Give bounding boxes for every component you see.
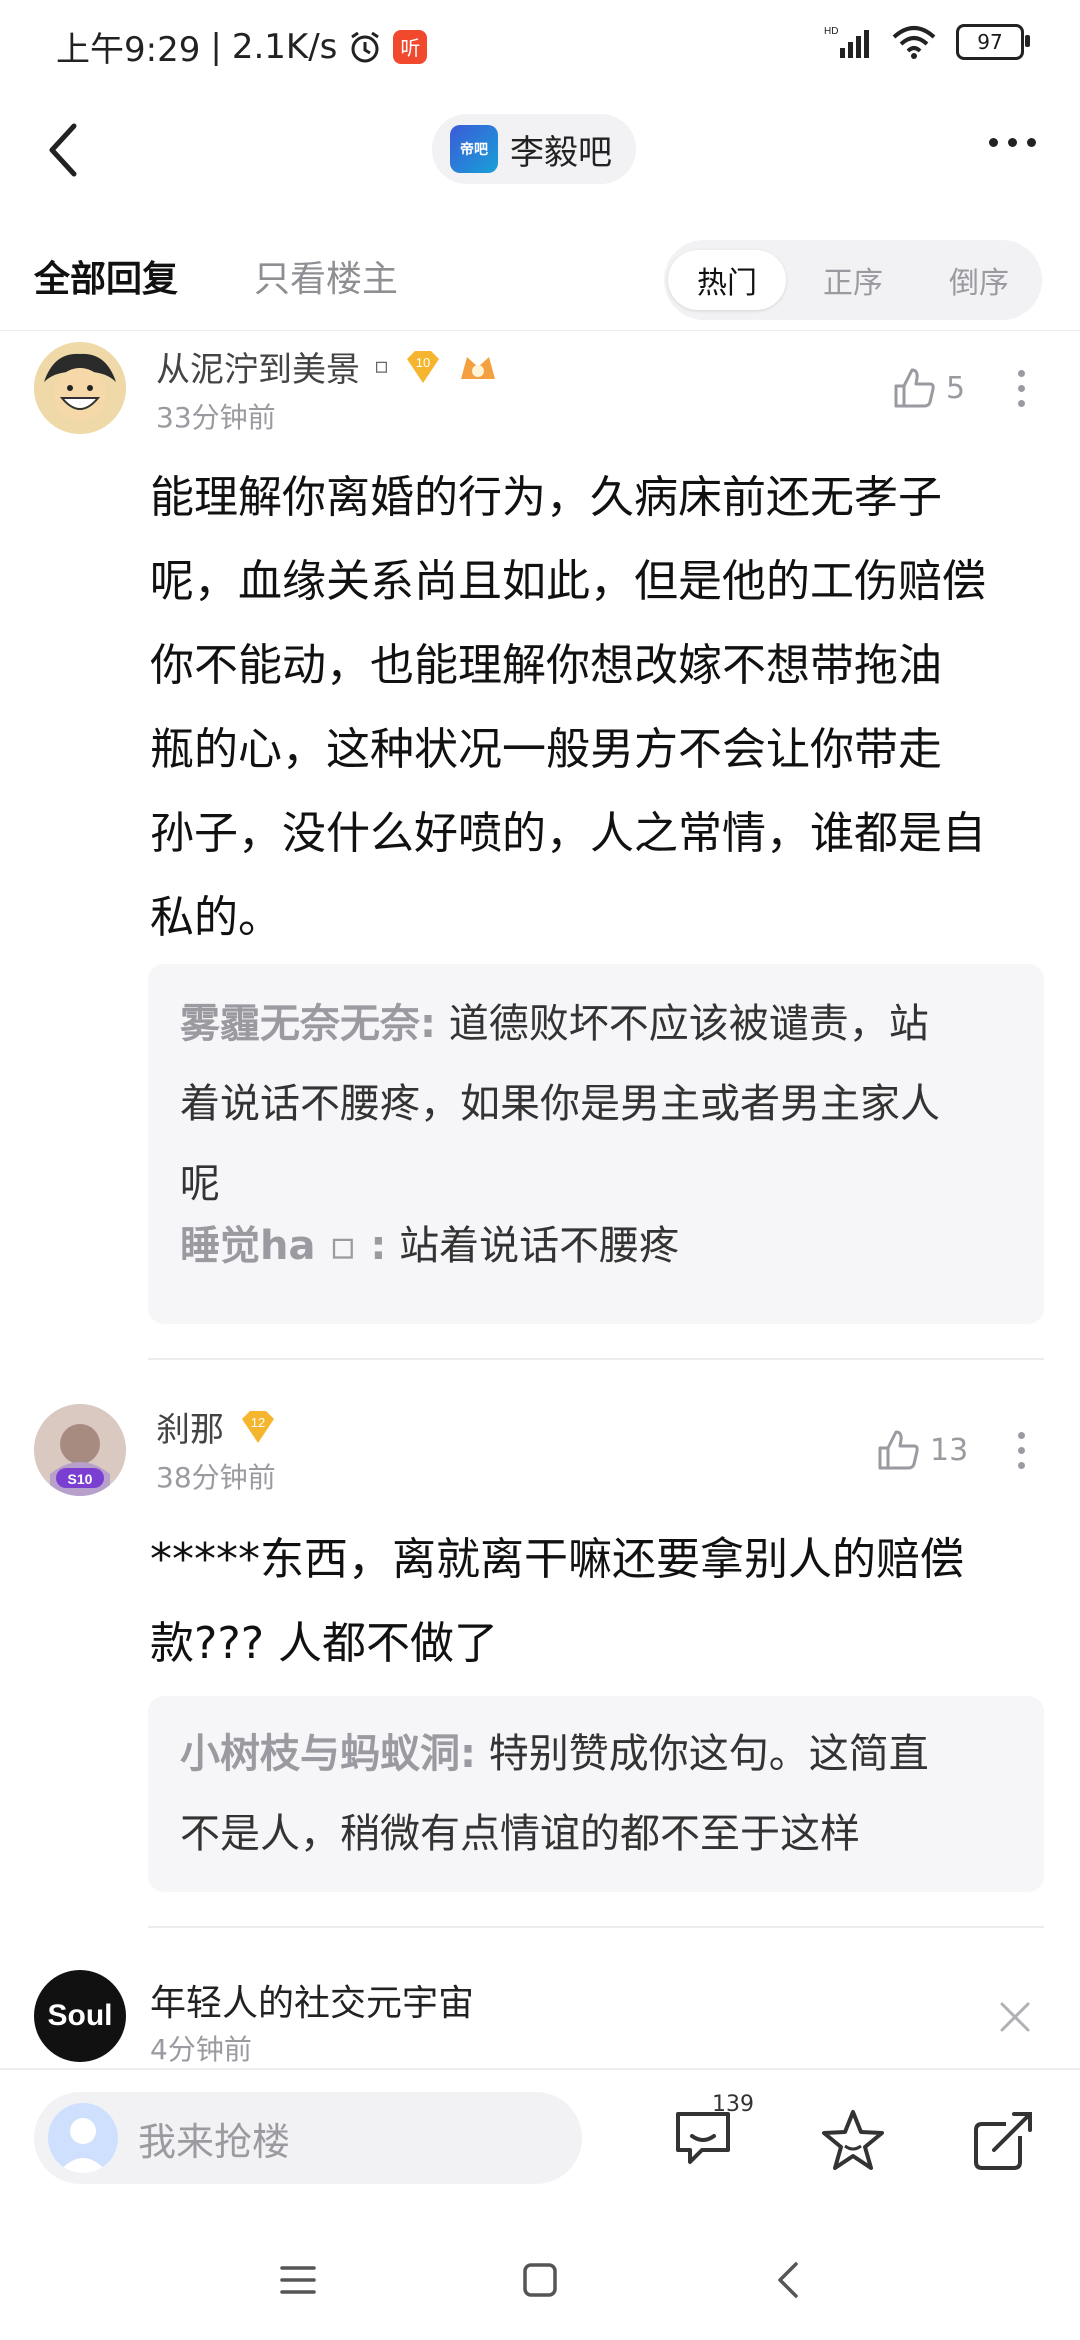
avatar[interactable]: S10 — [34, 1404, 126, 1496]
sub-reply: 雾霾无奈无奈: 道德败坏不应该被谴责，站 着说话不腰疼，如果你是男主或者男主家人… — [180, 1001, 940, 1207]
avatar[interactable] — [34, 342, 126, 434]
thumbs-up-icon — [878, 1430, 919, 1470]
svg-text:HD: HD — [824, 26, 838, 37]
username[interactable]: 刹那 — [156, 1402, 224, 1451]
user-info: 从泥泞到美景 ▫ 10 — [156, 342, 499, 391]
reply-input[interactable]: 我来抢楼 — [34, 2092, 582, 2184]
sort-hot[interactable]: 热门 — [668, 250, 786, 310]
post-divider — [148, 1926, 1044, 1928]
status-right: HD 97 — [824, 24, 1030, 60]
like-button[interactable]: 13 — [876, 1428, 968, 1472]
avatar-badge: S10 — [68, 1471, 93, 1487]
username[interactable]: 从泥泞到美景 — [156, 342, 360, 391]
back-nav-icon[interactable] — [774, 2260, 800, 2300]
network-speed: 2.1K/s — [231, 26, 338, 67]
user-info: 刹那 12 — [156, 1402, 278, 1451]
sort-descending[interactable]: 倒序 — [920, 250, 1038, 310]
post-menu-icon[interactable] — [1018, 370, 1025, 407]
like-count: 13 — [930, 1432, 969, 1468]
close-icon[interactable] — [998, 2000, 1032, 2034]
listen-app-icon: 听 — [393, 29, 428, 64]
post-content: *****东西，离就离干嘛还要拿别人的赔偿 款??? 人都不做了 — [150, 1534, 964, 1669]
sub-replies[interactable]: 雾霾无奈无奈: 道德败坏不应该被谴责，站 着说话不腰疼，如果你是男主或者男主家人… — [148, 964, 1044, 1324]
like-button[interactable]: 5 — [892, 366, 965, 410]
post-divider — [148, 1358, 1044, 1360]
member-badge-icon — [460, 356, 495, 379]
sub-replies[interactable]: 小树枝与蚂蚁洞: 特别赞成你这句。这简直 不是人，稍微有点情谊的都不至于这样 — [148, 1696, 1044, 1892]
avatar-image — [34, 342, 126, 434]
sub-reply: 睡觉ha ▫ : 站着说话不腰疼 — [180, 1223, 680, 1269]
thumbs-up-icon — [894, 368, 935, 408]
wifi-icon — [892, 26, 936, 59]
ad-time: 4分钟前 — [150, 2033, 252, 2066]
level-badge: 10 — [403, 349, 443, 385]
avatar-image: S10 — [34, 1404, 126, 1496]
menu-icon[interactable] — [280, 2264, 316, 2296]
comments-button[interactable]: 139 — [668, 2092, 754, 2182]
battery-icon: 97 — [956, 24, 1030, 60]
ad-logo-text: Soul — [47, 1999, 113, 2032]
post-time: 38分钟前 — [156, 1461, 276, 1494]
more-options-icon[interactable] — [989, 138, 1036, 147]
back-arrow-icon[interactable] — [44, 120, 84, 180]
sub-reply-author[interactable]: 小树枝与蚂蚁洞: — [180, 1731, 476, 1777]
ad-logo[interactable]: Soul — [34, 1970, 126, 2062]
post-menu-icon[interactable] — [1018, 1432, 1025, 1469]
status-bar: 上午9:29 | 2.1K/s 听 HD 97 — [0, 0, 1080, 96]
level-number: 12 — [251, 1415, 265, 1430]
username-suffix: ▫ — [374, 354, 389, 379]
battery-level: 97 — [977, 30, 1003, 54]
comment-count: 139 — [712, 2092, 754, 2117]
signal-icon: HD — [824, 26, 869, 58]
share-icon[interactable] — [968, 2106, 1038, 2176]
forum-name-pill[interactable]: 帝吧 李毅吧 — [432, 114, 636, 184]
sort-selector: 热门 正序 倒序 — [664, 240, 1042, 320]
level-number: 10 — [416, 355, 430, 370]
reply-placeholder: 我来抢楼 — [138, 2119, 291, 2164]
post-content: 能理解你离婚的行为，久病床前还无孝子 呢，血缘关系尚且如此，但是他的工伤赔偿 你… — [150, 472, 986, 943]
forum-logo: 帝吧 — [450, 125, 498, 173]
status-time: 上午9:29 — [56, 30, 201, 70]
tab-owner-only[interactable]: 只看楼主 — [254, 250, 398, 302]
level-badge: 12 — [238, 1409, 278, 1445]
forum-name: 李毅吧 — [510, 132, 612, 173]
tabs-divider — [0, 330, 1080, 331]
ad-title[interactable]: 年轻人的社交元宇宙 — [150, 1974, 474, 2026]
sub-reply: 小树枝与蚂蚁洞: 特别赞成你这句。这简直 不是人，稍微有点情谊的都不至于这样 — [180, 1731, 929, 1857]
user-avatar-icon — [48, 2103, 118, 2173]
bottom-divider — [0, 2068, 1080, 2070]
sub-reply-author[interactable]: 雾霾无奈无奈: — [180, 1001, 436, 1047]
star-icon[interactable] — [818, 2106, 888, 2176]
like-count: 5 — [946, 370, 966, 406]
sort-ascending[interactable]: 正序 — [794, 250, 912, 310]
sub-reply-author[interactable]: 睡觉ha ▫ : — [180, 1223, 386, 1269]
tab-all-replies[interactable]: 全部回复 — [34, 250, 178, 302]
status-left: 上午9:29 | 2.1K/s 听 — [56, 22, 428, 71]
system-navigation-bar — [0, 2210, 1080, 2340]
home-icon[interactable] — [522, 2262, 558, 2298]
alarm-icon — [351, 31, 380, 62]
post-time: 33分钟前 — [156, 401, 276, 434]
